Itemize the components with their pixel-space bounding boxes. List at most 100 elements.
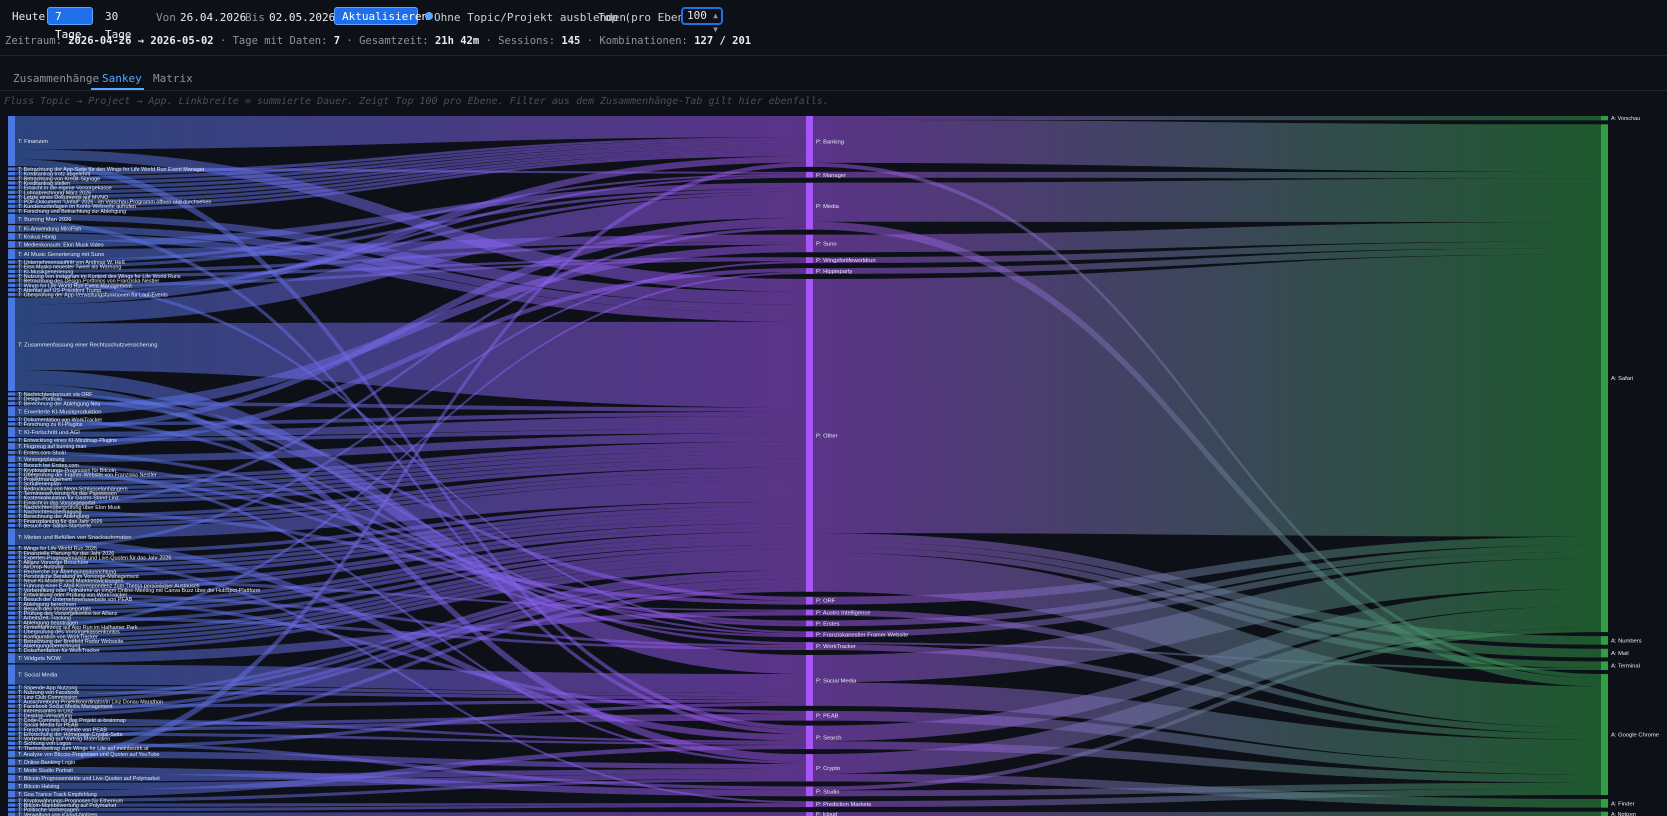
project-node[interactable] [806, 786, 813, 797]
topic-node[interactable] [8, 528, 15, 546]
project-node[interactable] [806, 754, 813, 782]
app-node[interactable] [1601, 124, 1608, 633]
topic-node[interactable] [8, 546, 15, 550]
project-node[interactable] [806, 655, 813, 706]
app-node[interactable] [1601, 636, 1608, 645]
topic-node[interactable] [8, 442, 15, 450]
project-node[interactable] [806, 631, 813, 638]
topic-node[interactable] [8, 241, 15, 248]
seven-days-button[interactable]: 7 Tage [47, 7, 93, 41]
topic-node[interactable] [8, 116, 15, 167]
top-per-level-stepper[interactable]: 100 ▲ ▼ [681, 7, 723, 34]
project-node[interactable] [806, 609, 813, 616]
topic-node[interactable] [8, 495, 15, 500]
topic-node[interactable] [8, 574, 15, 578]
topic-node[interactable] [8, 417, 15, 421]
project-app-link[interactable] [813, 811, 1601, 816]
to-date-input[interactable]: 02.05.2026 [269, 11, 335, 24]
tab-sankey[interactable]: Sankey [102, 72, 142, 85]
topic-node[interactable] [8, 422, 15, 426]
from-date-input[interactable]: 26.04.2026 [180, 11, 246, 24]
refresh-button[interactable]: Aktualisieren [334, 7, 428, 25]
topic-node[interactable] [8, 643, 15, 648]
topic-node[interactable] [8, 602, 15, 606]
topic-node[interactable] [8, 664, 15, 685]
project-node[interactable] [806, 257, 813, 264]
topic-node[interactable] [8, 625, 15, 629]
project-app-link[interactable] [813, 116, 1601, 121]
topic-node[interactable] [8, 406, 15, 417]
topic-node[interactable] [8, 727, 15, 731]
topic-node[interactable] [8, 704, 15, 708]
topic-node[interactable] [8, 195, 15, 199]
topic-node[interactable] [8, 790, 15, 798]
topic-node[interactable] [8, 736, 15, 741]
topic-node[interactable] [8, 808, 15, 812]
topic-node[interactable] [8, 732, 15, 736]
topic-node[interactable] [8, 482, 15, 486]
topic-node[interactable] [8, 713, 15, 718]
topic-node[interactable] [8, 463, 15, 467]
topic-node[interactable] [8, 486, 15, 491]
project-app-link[interactable] [813, 178, 1601, 222]
topic-node[interactable] [8, 225, 15, 232]
topic-node[interactable] [8, 265, 15, 269]
topic-node[interactable] [8, 597, 15, 601]
tab-zusammenhaenge[interactable]: Zusammenhänge [13, 72, 99, 85]
topic-node[interactable] [8, 578, 15, 583]
project-node[interactable] [806, 268, 813, 274]
topic-node[interactable] [8, 190, 15, 194]
topic-node[interactable] [8, 292, 15, 297]
topic-node[interactable] [8, 514, 15, 518]
topic-node[interactable] [8, 551, 15, 555]
topic-node[interactable] [8, 491, 15, 495]
topic-node[interactable] [8, 509, 15, 514]
topic-node[interactable] [8, 639, 15, 643]
topic-node[interactable] [8, 798, 15, 803]
topic-node[interactable] [8, 606, 15, 611]
topic-node[interactable] [8, 722, 15, 727]
topic-node[interactable] [8, 519, 15, 523]
topic-node[interactable] [8, 249, 15, 260]
topic-node[interactable] [8, 588, 15, 592]
project-node[interactable] [806, 725, 813, 750]
topic-node[interactable] [8, 500, 15, 504]
topic-node[interactable] [8, 758, 15, 766]
tab-matrix[interactable]: Matrix [153, 72, 193, 85]
topic-node[interactable] [8, 274, 15, 278]
project-app-link[interactable] [813, 254, 1601, 537]
topic-node[interactable] [8, 288, 15, 292]
topic-node[interactable] [8, 766, 15, 774]
project-node[interactable] [806, 710, 813, 721]
topic-node[interactable] [8, 611, 15, 615]
topic-node[interactable] [8, 472, 15, 477]
topic-node[interactable] [8, 468, 15, 472]
project-node[interactable] [806, 801, 813, 808]
topic-node[interactable] [8, 426, 15, 437]
topic-node[interactable] [8, 634, 15, 638]
topic-node[interactable] [8, 172, 15, 176]
topic-node[interactable] [8, 718, 15, 722]
topic-node[interactable] [8, 523, 15, 528]
app-node[interactable] [1601, 661, 1608, 671]
app-node[interactable] [1601, 811, 1608, 816]
topic-node[interactable] [8, 583, 15, 587]
app-node[interactable] [1601, 674, 1608, 796]
project-node[interactable] [806, 116, 813, 167]
topic-node[interactable] [8, 213, 15, 224]
topic-node[interactable] [8, 283, 15, 287]
hide-unassigned-checkbox[interactable] [425, 12, 433, 20]
today-button[interactable]: Heute [4, 7, 45, 25]
stepper-arrows-icon[interactable]: ▲ ▼ [713, 9, 718, 37]
project-node[interactable] [806, 642, 813, 651]
topic-node[interactable] [8, 555, 15, 560]
topic-node[interactable] [8, 438, 15, 442]
project-app-link[interactable] [813, 119, 1601, 173]
topic-node[interactable] [8, 233, 15, 240]
topic-node[interactable] [8, 278, 15, 283]
topic-node[interactable] [8, 185, 15, 190]
topic-node[interactable] [8, 209, 15, 213]
app-node[interactable] [1601, 648, 1608, 658]
topic-node[interactable] [8, 477, 15, 481]
topic-node[interactable] [8, 653, 15, 664]
